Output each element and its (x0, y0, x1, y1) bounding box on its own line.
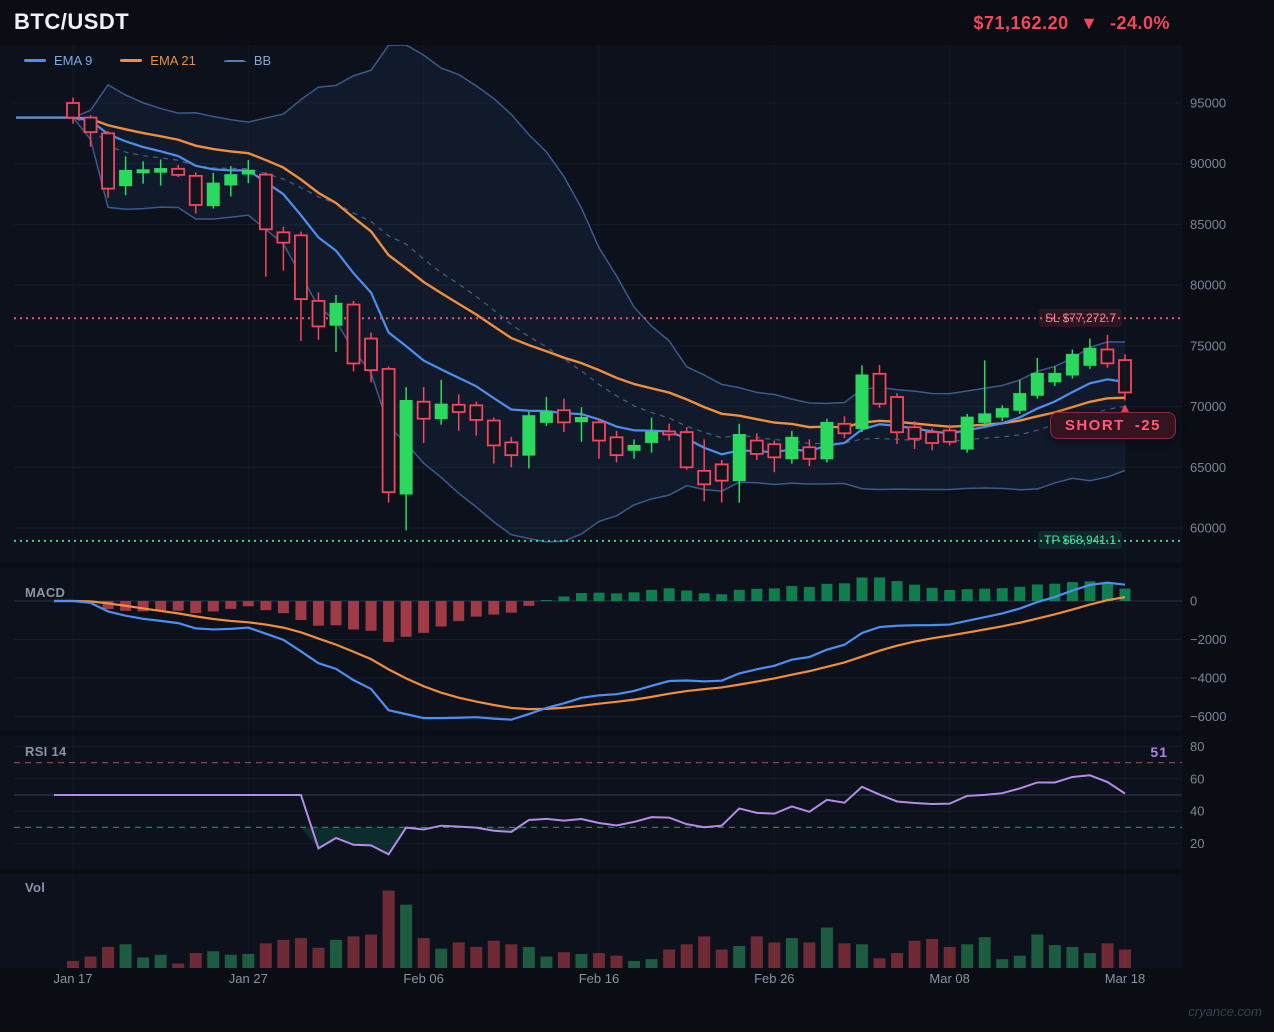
short-position-badge: SHORT -25 (1049, 412, 1176, 439)
svg-text:60000: 60000 (1190, 521, 1226, 536)
vol-panel-label: Vol (25, 880, 46, 895)
legend-item-bb[interactable]: BB (223, 53, 272, 68)
price-ticker: $71,162.20 ▼ -24.0% (968, 13, 1171, 34)
bb-line-icon (223, 59, 246, 62)
take-profit-label[interactable]: TP $58,941.1 (1038, 531, 1122, 549)
legend-label: BB (253, 53, 272, 68)
svg-text:60: 60 (1190, 771, 1204, 786)
page-title: BTC/USDT (14, 9, 130, 34)
legend-label: EMA 9 (54, 53, 93, 68)
svg-text:95000: 95000 (1190, 96, 1226, 111)
svg-text:80000: 80000 (1190, 278, 1226, 293)
price-change: -24.0% (1109, 13, 1170, 33)
indicator-legend: EMA 9 EMA 21 BB (24, 53, 271, 68)
svg-text:−4000: −4000 (1190, 671, 1227, 686)
x-tick-label: Jan 17 (53, 971, 93, 986)
watermark: cryance.com (1188, 1004, 1262, 1019)
svg-text:70000: 70000 (1190, 399, 1226, 414)
x-tick-label: Feb 06 (403, 971, 444, 986)
x-tick-label: Feb 26 (754, 971, 795, 986)
x-tick-label: Mar 08 (929, 971, 970, 986)
svg-text:90000: 90000 (1190, 156, 1226, 171)
svg-text:0: 0 (1190, 594, 1197, 609)
ema21-line-icon (120, 59, 143, 62)
svg-text:80: 80 (1190, 739, 1204, 754)
stop-loss-label[interactable]: SL $77,272.7 (1039, 309, 1122, 327)
time-axis[interactable]: Jan 17 Jan 27 Feb 06 Feb 16 Feb 26 Mar 08 Mar … (0, 971, 1274, 991)
svg-text:85000: 85000 (1190, 217, 1226, 232)
svg-text:20: 20 (1190, 836, 1204, 851)
rsi-panel-label: RSI 14 (25, 744, 67, 759)
rsi-current-value: 51 (1150, 744, 1168, 760)
trading-app: 95000 90000 85000 80000 75000 70000 65000 60000… (0, 0, 1274, 1032)
legend-item-ema9[interactable]: EMA 9 (24, 53, 92, 68)
svg-text:40: 40 (1190, 804, 1204, 819)
x-tick-label: Feb 16 (578, 971, 620, 986)
last-price: $71,162.20 (973, 13, 1069, 33)
svg-text:75000: 75000 (1190, 338, 1226, 353)
badge-pnl: -25 (1134, 417, 1161, 434)
svg-text:65000: 65000 (1190, 460, 1226, 475)
x-tick-label: Jan 27 (228, 971, 268, 986)
legend-item-ema21[interactable]: EMA 21 (120, 53, 196, 68)
x-tick-label: Mar 18 (1104, 971, 1146, 986)
badge-side: SHORT (1064, 417, 1125, 434)
legend-label: EMA 21 (150, 53, 196, 68)
down-arrow-icon: ▼ (1080, 13, 1099, 33)
chart-canvas[interactable]: 95000 90000 85000 80000 75000 70000 65000 60000… (0, 0, 1274, 1032)
svg-text:−6000: −6000 (1190, 709, 1227, 724)
macd-panel-label: MACD (25, 585, 66, 600)
ema9-line-icon (24, 59, 46, 62)
svg-text:−2000: −2000 (1190, 632, 1227, 647)
